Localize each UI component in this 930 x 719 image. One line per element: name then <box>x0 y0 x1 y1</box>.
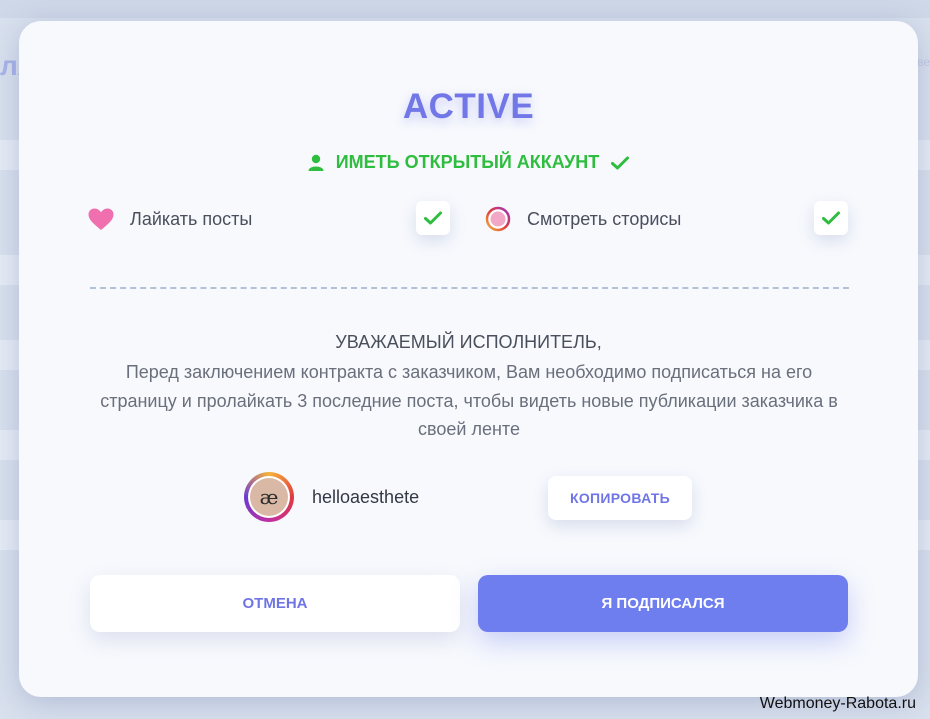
avatar-logo: æ <box>250 478 288 516</box>
stories-ring-icon <box>485 206 511 232</box>
account-username: helloaesthete <box>312 486 420 507</box>
avatar: æ <box>244 472 294 522</box>
instructions-text: Перед заключением контракта с заказчиком… <box>100 362 838 439</box>
dashed-divider <box>90 287 849 289</box>
check-icon <box>822 211 840 225</box>
task-like-posts: Лайкать посты <box>88 201 252 237</box>
task-watch-stories: Смотреть сторисы <box>485 201 681 237</box>
background-header <box>0 0 930 18</box>
heart-icon <box>88 206 114 232</box>
subscribed-button[interactable]: Я ПОДПИСАЛСЯ <box>478 575 848 632</box>
check-icon <box>611 156 630 170</box>
watermark-text: Webmoney-Rabota.ru <box>759 695 916 712</box>
modal-title: ACTIVE <box>402 87 535 126</box>
copy-button[interactable]: КОПИРОВАТЬ <box>548 476 692 520</box>
cancel-button[interactable]: ОТМЕНА <box>90 575 460 632</box>
check-icon <box>424 211 442 225</box>
task-check-like-posts <box>416 201 450 235</box>
task-label: Лайкать посты <box>130 208 253 229</box>
task-label: Смотреть сторисы <box>527 208 682 229</box>
requirement-label: ИМЕТЬ ОТКРЫТЫЙ АККАУНТ <box>335 152 600 172</box>
account-row: æ helloaesthete <box>244 472 419 522</box>
requirement-row: ИМЕТЬ ОТКРЫТЫЙ АККАУНТ <box>19 152 918 173</box>
greeting-heading: УВАЖАЕМЫЙ ИСПОЛНИТЕЛЬ, <box>335 332 602 352</box>
background-ghost-text: ве <box>917 55 930 69</box>
task-modal: ACTIVE ИМЕТЬ ОТКРЫТЫЙ АККАУНТ Лайкать по… <box>19 21 918 697</box>
user-icon <box>308 154 324 171</box>
task-check-watch-stories <box>814 201 848 235</box>
